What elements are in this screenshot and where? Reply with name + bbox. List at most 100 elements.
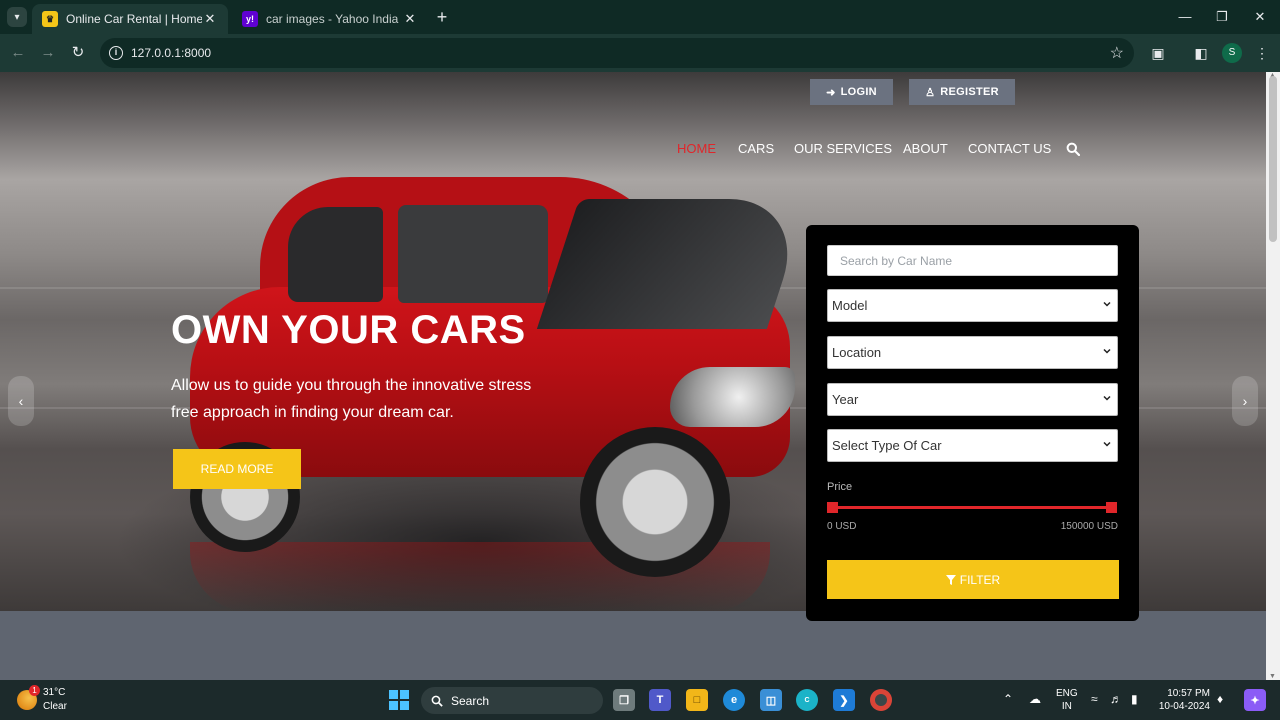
location-select[interactable]: Location xyxy=(827,336,1118,369)
reload-icon[interactable]: ↻ xyxy=(68,43,88,63)
tab-search-button[interactable]: ▾ xyxy=(7,7,27,27)
url-text[interactable]: 127.0.0.1:8000 xyxy=(131,46,211,60)
browser-tab-bar: ▾ ♛ Online Car Rental | Home ✕ y! car im… xyxy=(0,0,1280,34)
register-label: REGISTER xyxy=(940,86,999,98)
language-indicator[interactable]: ENG IN xyxy=(1056,687,1078,713)
car-filter-panel: Search by Car Name Model Location Year S… xyxy=(806,225,1139,621)
address-bar[interactable]: i 127.0.0.1:8000 ☆ xyxy=(100,38,1134,68)
select-value: Select Type Of Car xyxy=(832,438,942,453)
extensions-icon[interactable]: ▣ xyxy=(1148,43,1168,63)
onedrive-cloud-icon[interactable]: ☁ xyxy=(1029,692,1041,706)
page-viewport: ➜ LOGIN ♙ REGISTER HOME CARS OUR SERVICE… xyxy=(0,72,1266,680)
tab-title: Online Car Rental | Home xyxy=(66,12,202,26)
teams-icon[interactable]: T xyxy=(649,689,671,711)
chevron-down-icon xyxy=(1103,301,1111,307)
taskbar-search-box[interactable]: Search xyxy=(421,687,603,714)
forward-arrow-icon[interactable]: → xyxy=(38,43,58,63)
tab-online-car-rental[interactable]: ♛ Online Car Rental | Home ✕ xyxy=(32,4,228,34)
menu-kebab-icon[interactable]: ⋮ xyxy=(1252,43,1272,63)
windows-taskbar: 1 31°C Clear Search ❐ T □ e ◫ C ❯ ⌃ ☁ EN… xyxy=(0,680,1280,720)
page-scrollbar[interactable]: ▲ ▼ xyxy=(1266,72,1280,680)
carousel-next-icon[interactable]: › xyxy=(1232,376,1258,426)
edge-icon[interactable]: e xyxy=(723,689,745,711)
weather-temperature[interactable]: 31°C xyxy=(43,687,65,698)
show-hidden-icons-chevron-icon[interactable]: ⌃ xyxy=(1003,692,1013,706)
yahoo-favicon-icon: y! xyxy=(242,11,258,27)
maximize-button[interactable]: ❐ xyxy=(1207,6,1237,28)
register-button[interactable]: ♙ REGISTER xyxy=(909,79,1015,105)
side-panel-icon[interactable]: ◧ xyxy=(1191,43,1211,63)
clock-time: 10:57 PM xyxy=(1167,688,1210,699)
sign-in-icon: ➜ xyxy=(826,86,836,99)
clock-date: 10-04-2024 xyxy=(1158,701,1210,712)
login-label: LOGIN xyxy=(840,86,877,98)
carousel-prev-icon[interactable]: ‹ xyxy=(8,376,34,426)
canva-icon[interactable]: C xyxy=(796,689,818,711)
scroll-down-arrow-icon[interactable]: ▼ xyxy=(1269,673,1276,680)
price-max-handle[interactable] xyxy=(1106,502,1117,513)
store-icon[interactable]: ◫ xyxy=(760,689,782,711)
weather-condition[interactable]: Clear xyxy=(43,701,67,712)
select-value: Location xyxy=(832,345,882,360)
car-rental-favicon-icon: ♛ xyxy=(42,11,58,27)
taskbar-search-label: Search xyxy=(451,693,490,708)
nav-our-services[interactable]: OUR SERVICES xyxy=(794,141,892,159)
close-icon[interactable]: ✕ xyxy=(202,11,218,27)
year-select[interactable]: Year xyxy=(827,383,1118,416)
profile-avatar[interactable]: S xyxy=(1222,43,1242,63)
site-info-icon[interactable]: i xyxy=(109,46,123,60)
windows-start-icon[interactable] xyxy=(389,690,409,710)
nav-home[interactable]: HOME xyxy=(677,141,716,159)
hero-title: OWN YOUR CARS xyxy=(171,308,526,352)
close-icon[interactable]: ✕ xyxy=(402,11,418,27)
select-value: Model xyxy=(832,298,868,313)
filter-label: FILTER xyxy=(959,572,1001,587)
back-arrow-icon[interactable]: ← xyxy=(8,43,28,63)
user-plus-icon: ♙ xyxy=(925,86,936,99)
nav-cars[interactable]: CARS xyxy=(738,141,774,159)
chevron-down-icon xyxy=(1103,395,1111,401)
read-more-button[interactable]: READ MORE xyxy=(173,449,301,489)
file-explorer-icon[interactable]: □ xyxy=(686,689,708,711)
red-hatchback-car-image xyxy=(170,177,810,577)
bookmark-star-icon[interactable]: ☆ xyxy=(1110,43,1124,63)
search-icon[interactable] xyxy=(1066,142,1080,156)
wifi-icon[interactable]: ≈ xyxy=(1091,692,1098,706)
tab-yahoo-images[interactable]: y! car images - Yahoo India Image Search… xyxy=(232,4,428,34)
volume-icon[interactable]: ♬ xyxy=(1110,692,1122,706)
copilot-icon[interactable]: ✦ xyxy=(1244,689,1266,711)
new-tab-button[interactable]: + xyxy=(432,7,452,27)
task-view-icon[interactable]: ❐ xyxy=(613,689,635,711)
funnel-icon xyxy=(945,574,956,585)
notification-bell-icon[interactable]: ♦ xyxy=(1217,692,1223,706)
scroll-thumb[interactable] xyxy=(1269,76,1277,242)
nav-contact-us[interactable]: CONTACT US xyxy=(968,141,1051,159)
minimize-button[interactable]: — xyxy=(1170,6,1200,28)
model-select[interactable]: Model xyxy=(827,289,1118,322)
vscode-icon[interactable]: ❯ xyxy=(833,689,855,711)
tab-title: car images - Yahoo India Image Search xyxy=(266,12,402,26)
car-type-select[interactable]: Select Type Of Car xyxy=(827,429,1118,462)
select-value: Year xyxy=(832,392,859,407)
price-min-handle[interactable] xyxy=(827,502,838,513)
login-button[interactable]: ➜ LOGIN xyxy=(810,79,893,105)
chrome-icon[interactable] xyxy=(870,689,892,711)
chevron-down-icon xyxy=(1103,441,1111,447)
browser-toolbar: ← → ↻ i 127.0.0.1:8000 ☆ ▣ ◧ S ⋮ xyxy=(0,34,1280,72)
hero-subtitle: Allow us to guide you through the innova… xyxy=(171,377,532,421)
close-window-button[interactable]: ✕ xyxy=(1245,6,1275,28)
region-code: IN xyxy=(1061,701,1072,712)
battery-icon[interactable]: ▮ xyxy=(1131,692,1138,706)
filter-button[interactable]: FILTER xyxy=(827,560,1119,599)
chevron-down-icon xyxy=(1103,348,1111,354)
clock[interactable]: 10:57 PM 10-04-2024 xyxy=(1158,687,1210,713)
language-code: ENG xyxy=(1056,688,1078,699)
nav-about[interactable]: ABOUT xyxy=(903,141,948,159)
front-wheel xyxy=(580,427,730,577)
price-min-value: 0 USD xyxy=(827,521,857,532)
price-max-value: 150000 USD xyxy=(1060,521,1118,532)
car-name-search-input[interactable]: Search by Car Name xyxy=(827,245,1118,276)
price-label: Price xyxy=(827,481,853,493)
price-range-track[interactable] xyxy=(833,506,1111,509)
weather-badge: 1 xyxy=(29,685,40,696)
